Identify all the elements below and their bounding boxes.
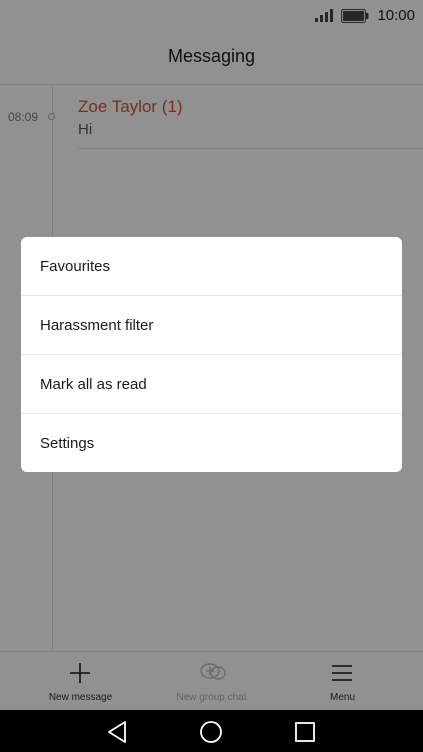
- menu-item-label: Mark all as read: [40, 376, 147, 393]
- menu-item-harassment-filter[interactable]: Harassment filter: [21, 296, 402, 355]
- home-icon[interactable]: [198, 719, 224, 745]
- menu-item-label: Favourites: [40, 258, 111, 275]
- menu-item-label: Harassment filter: [40, 317, 154, 334]
- options-menu: Favourites Harassment filter Mark all as…: [21, 237, 402, 472]
- menu-item-favourites[interactable]: Favourites: [21, 237, 402, 296]
- menu-item-settings[interactable]: Settings: [21, 414, 402, 472]
- recents-icon[interactable]: [292, 719, 318, 745]
- menu-item-mark-all-as-read[interactable]: Mark all as read: [21, 355, 402, 414]
- navigation-bar: [0, 710, 423, 752]
- back-icon[interactable]: [105, 719, 131, 745]
- menu-item-label: Settings: [40, 435, 95, 452]
